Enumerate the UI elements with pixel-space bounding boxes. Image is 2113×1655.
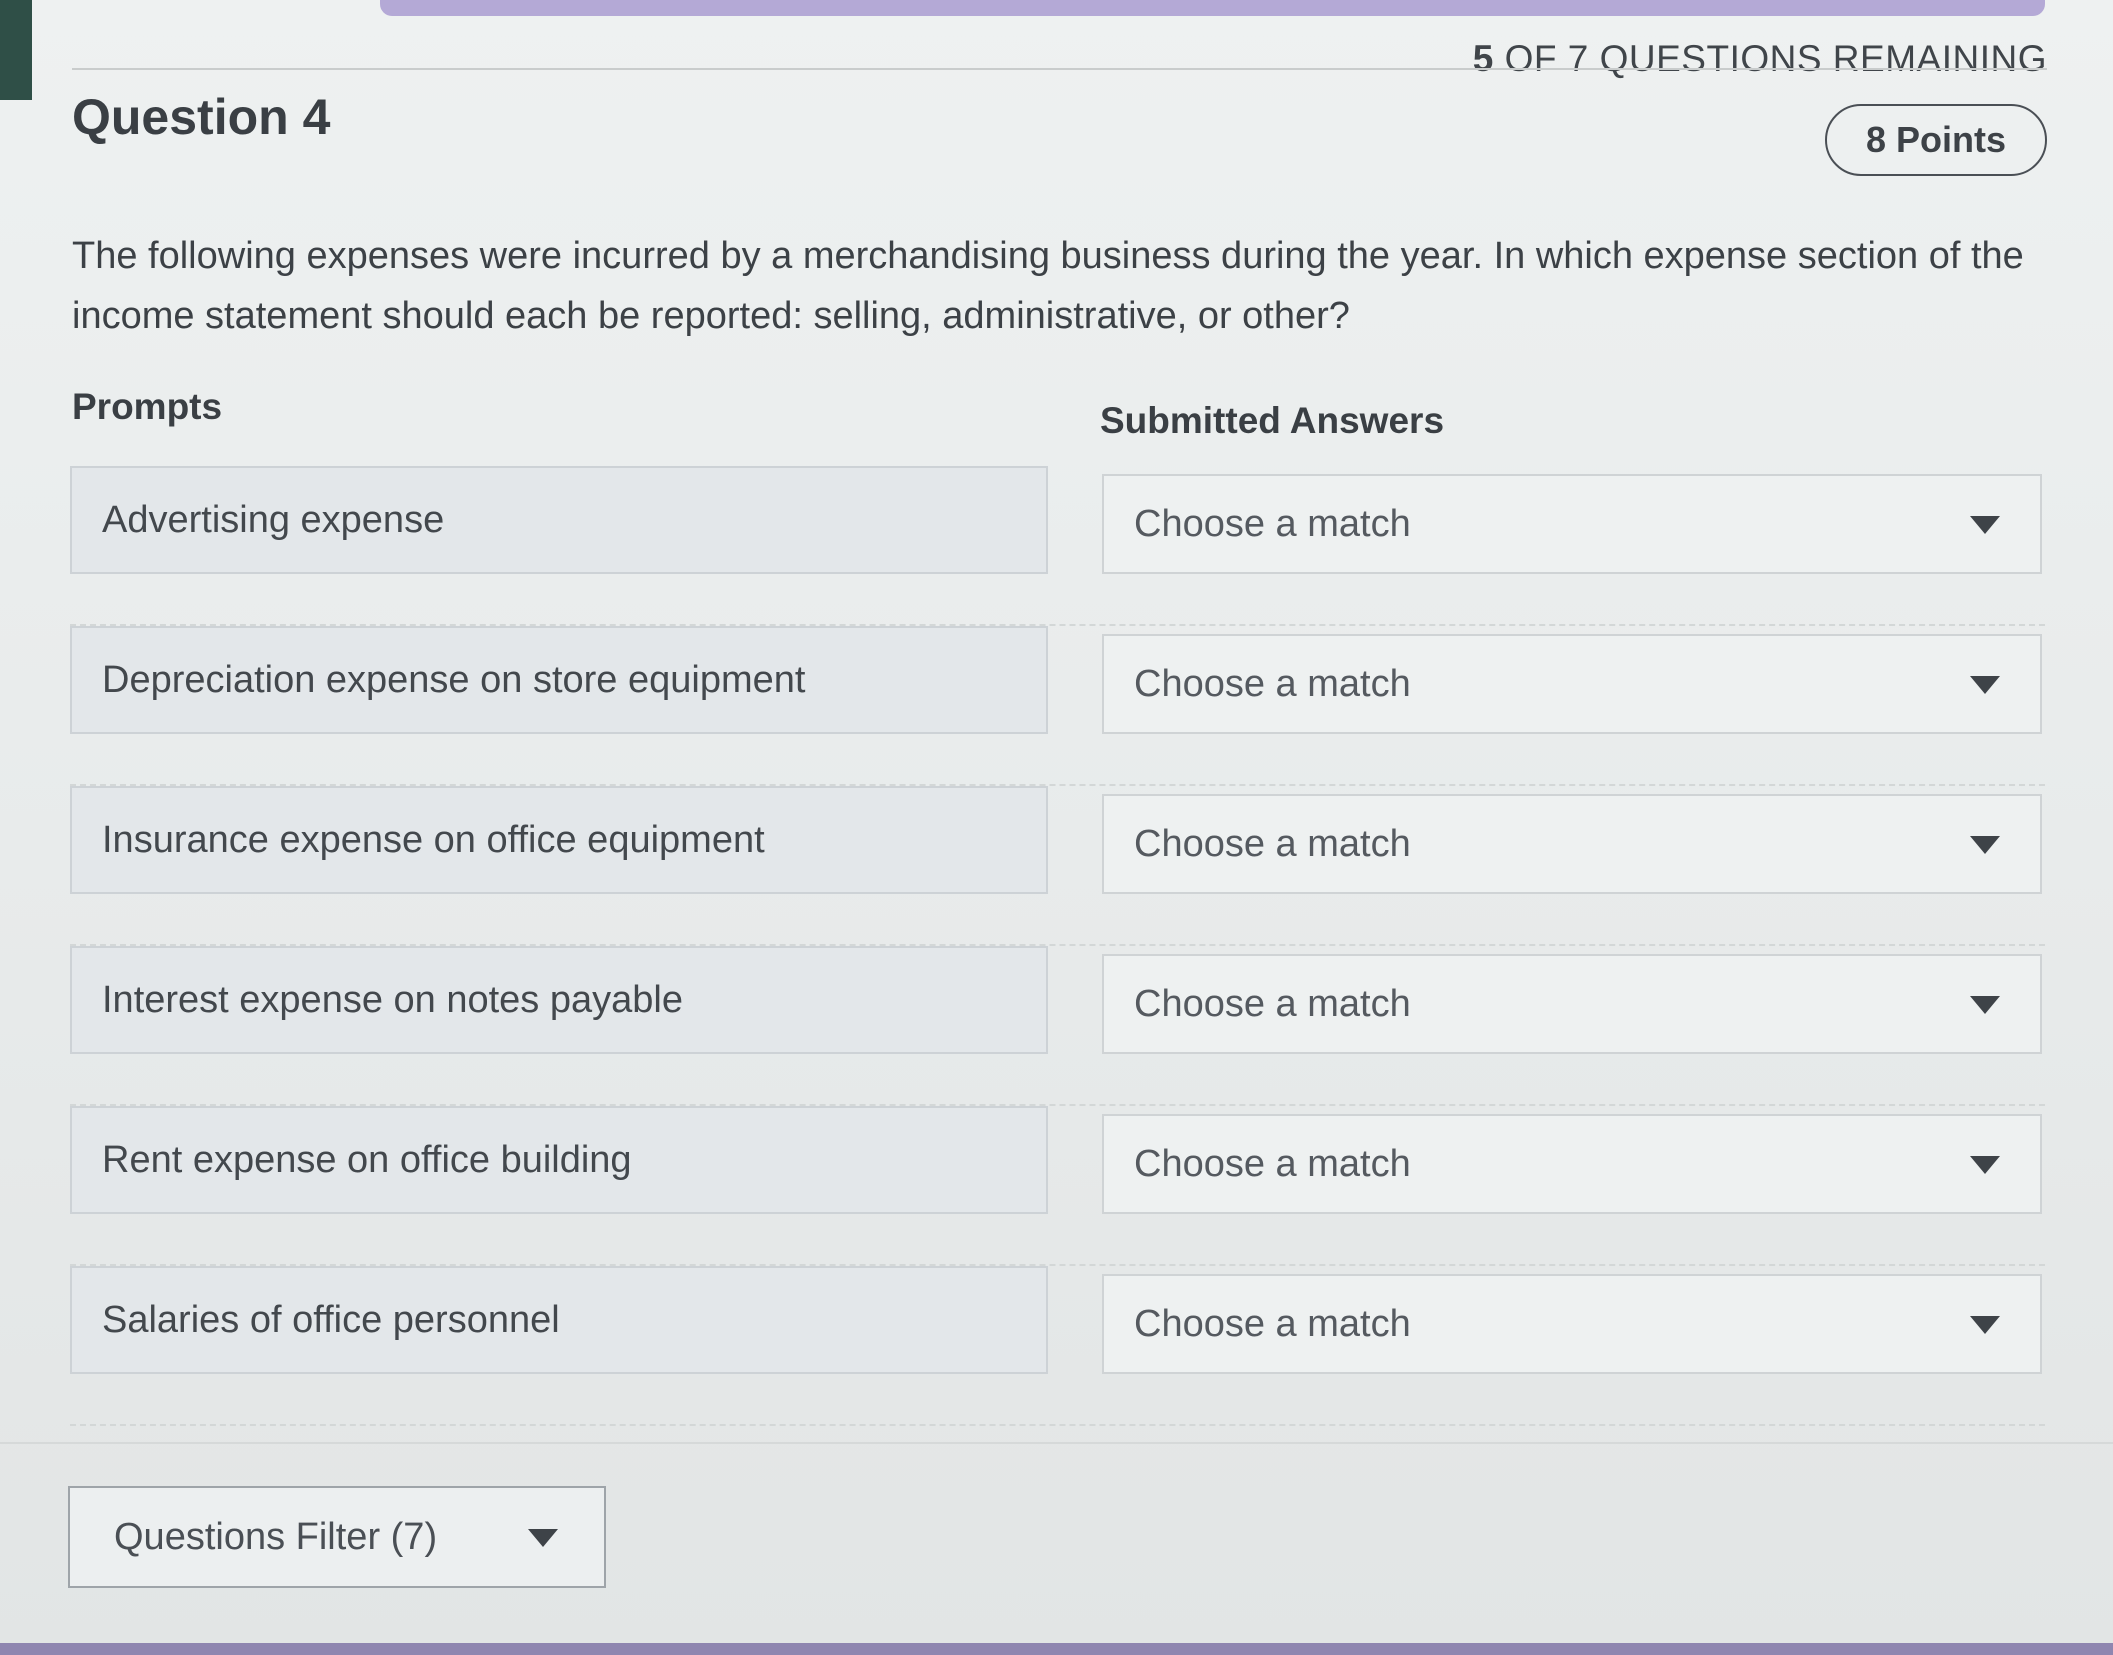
prompt-label: Rent expense on office building (102, 1138, 632, 1181)
answer-dropdown[interactable]: Choose a match (1102, 954, 2042, 1054)
match-rows: Advertising expense Choose a match Depre… (70, 466, 2045, 1426)
answer-dropdown[interactable]: Choose a match (1102, 474, 2042, 574)
chevron-down-icon (528, 1529, 558, 1547)
header-divider (72, 68, 2047, 70)
match-row: Rent expense on office building Choose a… (70, 1106, 2045, 1266)
answer-value: Choose a match (1134, 822, 1411, 865)
prompt-label: Depreciation expense on store equipment (102, 658, 806, 701)
prompt-box: Interest expense on notes payable (70, 946, 1048, 1054)
answer-dropdown[interactable]: Choose a match (1102, 1274, 2042, 1374)
answer-dropdown[interactable]: Choose a match (1102, 634, 2042, 734)
prompt-box: Depreciation expense on store equipment (70, 626, 1048, 734)
answer-value: Choose a match (1134, 662, 1411, 705)
chevron-down-icon (1970, 516, 2000, 534)
chevron-down-icon (1970, 676, 2000, 694)
prompt-box: Rent expense on office building (70, 1106, 1048, 1214)
remaining-count: 5 (1472, 38, 1494, 79)
answer-value: Choose a match (1134, 502, 1411, 545)
chevron-down-icon (1970, 836, 2000, 854)
prompt-label: Interest expense on notes payable (102, 978, 683, 1021)
points-badge: 8 Points (1825, 104, 2047, 176)
questions-filter-dropdown[interactable]: Questions Filter (7) (68, 1486, 606, 1588)
questions-filter-label: Questions Filter (7) (114, 1515, 438, 1558)
prompt-box: Advertising expense (70, 466, 1048, 574)
answer-dropdown[interactable]: Choose a match (1102, 794, 2042, 894)
answer-dropdown[interactable]: Choose a match (1102, 1114, 2042, 1214)
match-row: Insurance expense on office equipment Ch… (70, 786, 2045, 946)
question-text: The following expenses were incurred by … (72, 235, 2024, 337)
remaining-text: OF 7 QUESTIONS REMAINING (1493, 38, 2047, 79)
answers-column-header: Submitted Answers (1100, 400, 1445, 441)
chevron-down-icon (1970, 1316, 2000, 1334)
prompts-column-header: Prompts (72, 386, 223, 427)
progress-accent-bar (380, 0, 2045, 16)
prompt-label: Insurance expense on office equipment (102, 818, 765, 861)
bottom-accent-bar (0, 1643, 2113, 1655)
question-title: Question 4 (72, 89, 331, 145)
match-row: Depreciation expense on store equipment … (70, 626, 2045, 786)
match-row: Advertising expense Choose a match (70, 466, 2045, 626)
chevron-down-icon (1970, 1156, 2000, 1174)
answer-value: Choose a match (1134, 1142, 1411, 1185)
answer-value: Choose a match (1134, 1302, 1411, 1345)
answer-value: Choose a match (1134, 982, 1411, 1025)
footer-divider (0, 1442, 2113, 1444)
questions-remaining: 5 OF 7 QUESTIONS REMAINING (1473, 38, 2047, 80)
prompt-label: Advertising expense (102, 498, 445, 541)
chevron-down-icon (1970, 996, 2000, 1014)
left-edge-strip (0, 0, 32, 100)
match-row: Interest expense on notes payable Choose… (70, 946, 2045, 1106)
quiz-page: 5 OF 7 QUESTIONS REMAINING Question 4 8 … (0, 0, 2113, 1655)
prompt-box: Insurance expense on office equipment (70, 786, 1048, 894)
prompt-box: Salaries of office personnel (70, 1266, 1048, 1374)
match-row: Salaries of office personnel Choose a ma… (70, 1266, 2045, 1426)
prompt-label: Salaries of office personnel (102, 1298, 560, 1341)
